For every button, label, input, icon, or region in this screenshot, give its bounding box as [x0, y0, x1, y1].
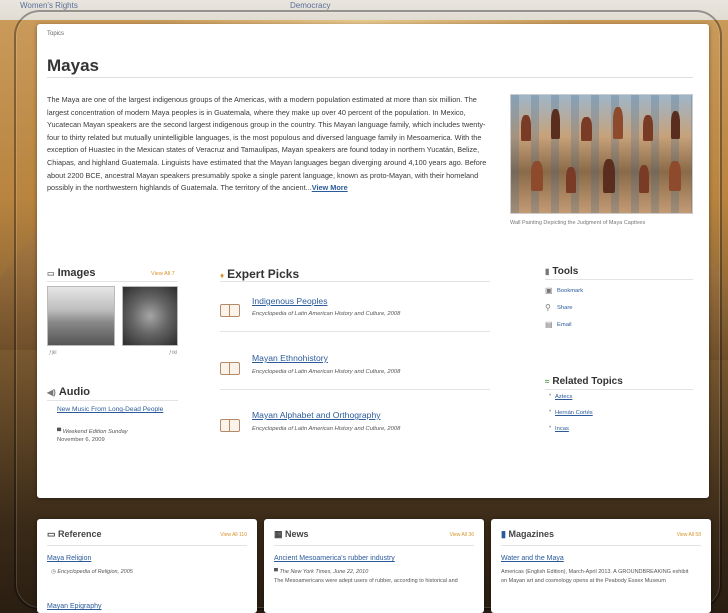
intro-paragraph: The Maya are one of the largest indigeno…	[47, 94, 492, 195]
reference-item-source: ◷ Encyclopedia of Religion, 2005	[51, 569, 133, 575]
image-caption: Wall Painting Depicting the Judgment of …	[510, 220, 646, 226]
divider	[501, 545, 701, 546]
magazine-item-text: Americas (English Edition), March-April …	[501, 569, 689, 584]
expert-pick-link[interactable]: Mayan Alphabet and Orthography	[252, 410, 381, 420]
book-icon	[220, 362, 240, 375]
magazines-card: ▮ Magazines View All 58 Water and the Ma…	[491, 519, 711, 613]
audio-heading-label: Audio	[58, 386, 90, 398]
expert-pick-source: Encyclopedia of Latin American History a…	[252, 426, 401, 432]
news-item-source: ▀ The New York Times, June 22, 2010	[274, 569, 369, 575]
audio-item-link[interactable]: New Music From Long-Dead People	[57, 405, 177, 414]
topic-card: Topics Mayas The Maya are one of the lar…	[37, 24, 709, 498]
images-icon: ▭	[47, 269, 55, 278]
news-heading-label: News	[285, 529, 309, 539]
news-item-link[interactable]: Ancient Mesoamerica's rubber industry	[274, 555, 395, 562]
divider	[274, 545, 474, 546]
thumbnail-label: ƒjkl	[49, 350, 57, 356]
expert-pick-link[interactable]: Mayan Ethnohistory	[252, 353, 328, 363]
news-item-text: The Mesoamericans were adept users of ru…	[274, 578, 458, 584]
related-topics-heading: ≈ Related Topics	[545, 376, 623, 387]
expert-pick-source: Encyclopedia of Latin American History a…	[252, 369, 401, 375]
background-link: Women's Rights	[20, 1, 78, 10]
tools-heading: ▮ Tools	[545, 266, 578, 277]
image-thumbnail[interactable]	[122, 286, 178, 346]
thumbnail-label: ƒrkl	[169, 350, 178, 356]
reference-card: ▭ Reference View All 110 Maya Religion ◷…	[37, 519, 257, 613]
magazines-view-all-link[interactable]: View All 58	[677, 532, 701, 538]
related-topic-link[interactable]: Aztecs	[555, 394, 572, 400]
tools-icon: ▮	[545, 267, 550, 276]
magazines-heading: ▮ Magazines	[501, 529, 554, 540]
topic-image[interactable]	[510, 94, 693, 214]
speaker-icon: ◀)	[47, 388, 56, 397]
divider	[47, 77, 693, 78]
page-title: Mayas	[47, 56, 99, 75]
images-view-all-link[interactable]: View All 7	[151, 271, 175, 277]
audio-heading: ◀) Audio	[47, 386, 90, 398]
divider	[220, 331, 490, 332]
image-thumbnail[interactable]	[47, 286, 115, 346]
intro-text: The Maya are one of the largest indigeno…	[47, 95, 487, 193]
view-more-link[interactable]: View More	[312, 183, 348, 192]
bookmark-tool-link[interactable]: Bookmark	[557, 288, 583, 294]
reference-heading-label: Reference	[58, 529, 102, 539]
book-icon	[220, 419, 240, 432]
images-heading: ▭ Images	[47, 267, 95, 279]
magazine-item-link[interactable]: Water and the Maya	[501, 555, 564, 562]
expert-pick-link[interactable]: Indigenous Peoples	[252, 296, 328, 306]
bookmark-icon: ▣	[545, 286, 553, 295]
related-topic-link[interactable]: Hernán Cortés	[555, 410, 593, 416]
reference-item-link[interactable]: Maya Religion	[47, 555, 91, 562]
book-icon	[220, 304, 240, 317]
audio-item-source: ▀ Weekend Edition Sunday	[57, 429, 128, 435]
audio-item-date: November 6, 2009	[57, 437, 105, 443]
background-link: Democracy	[290, 1, 331, 10]
share-icon: ⚲	[545, 303, 551, 312]
divider	[545, 279, 693, 280]
related-topics-heading-label: Related Topics	[552, 376, 623, 387]
magazines-heading-label: Magazines	[508, 529, 554, 539]
news-card: ▦ News View All 36 Ancient Mesoamerica's…	[264, 519, 484, 613]
reference-icon: ▭	[47, 529, 59, 539]
reference-view-all-link[interactable]: View All 110	[220, 532, 247, 538]
divider	[47, 545, 247, 546]
expert-picks-heading: ♦ Expert Picks	[220, 267, 299, 281]
related-topic-link[interactable]: Incas	[555, 426, 569, 432]
divider	[47, 400, 178, 401]
divider	[545, 389, 693, 390]
related-topics-icon: ≈	[545, 377, 550, 386]
news-view-all-link[interactable]: View All 36	[450, 532, 474, 538]
divider	[220, 281, 490, 282]
share-tool-link[interactable]: Share	[557, 305, 572, 311]
divider	[47, 281, 178, 282]
images-heading-label: Images	[57, 267, 96, 279]
expert-picks-heading-label: Expert Picks	[227, 267, 300, 281]
tools-heading-label: Tools	[552, 266, 579, 277]
news-heading: ▦ News	[274, 529, 309, 540]
news-icon: ▦	[274, 529, 286, 539]
email-icon: ▤	[545, 320, 553, 329]
reference-item-link[interactable]: Mayan Epigraphy	[47, 603, 101, 610]
expert-pick-source: Encyclopedia of Latin American History a…	[252, 311, 401, 317]
email-tool-link[interactable]: Email	[557, 322, 572, 328]
reference-heading: ▭ Reference	[47, 529, 102, 540]
breadcrumb[interactable]: Topics	[47, 31, 64, 37]
divider	[220, 389, 490, 390]
lightbulb-icon: ♦	[220, 271, 225, 280]
